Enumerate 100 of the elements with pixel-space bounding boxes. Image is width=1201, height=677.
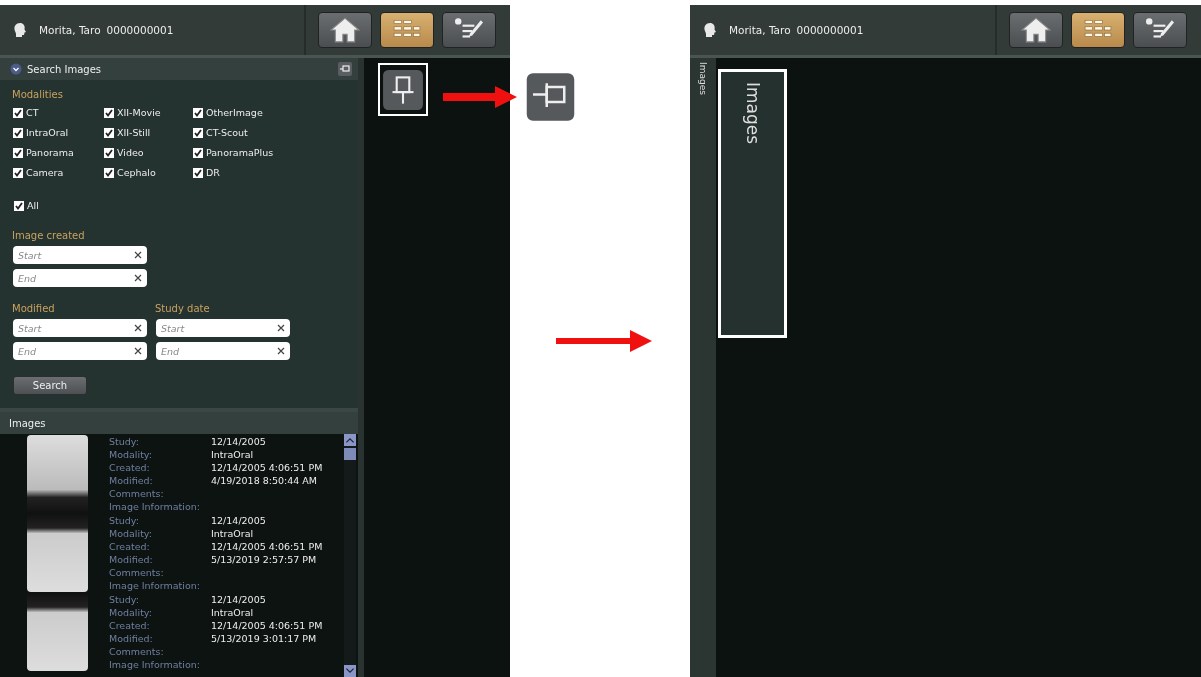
section-label: Image created [11, 230, 86, 241]
notes-button[interactable] [1133, 12, 1187, 48]
field-label: Modified: [109, 632, 154, 645]
checkbox[interactable] [193, 127, 203, 138]
checkbox-label: IntraOral [26, 127, 69, 138]
side-tab[interactable]: Images [698, 62, 708, 95]
date-field[interactable]: Start [13, 319, 147, 337]
checkbox-label: DR [206, 167, 220, 178]
clear-icon[interactable] [277, 347, 285, 355]
search-button[interactable]: Search [13, 376, 87, 395]
checkbox-label: XII-Movie [117, 107, 161, 118]
checkbox[interactable] [13, 127, 23, 138]
field-value: 12/14/2005 4:06:51 PM [211, 619, 323, 632]
clear-icon[interactable] [134, 324, 142, 332]
field-label: Comments: [109, 487, 165, 500]
xray-thumbnail[interactable] [27, 593, 88, 671]
checkbox-label: CT [26, 107, 39, 118]
checkbox-label: CT-Scout [206, 127, 248, 138]
field-label: Created: [109, 540, 151, 553]
date-field[interactable]: Start [13, 246, 147, 264]
field-value: 4/19/2018 8:50:44 AM [211, 474, 318, 487]
checkbox[interactable] [193, 107, 203, 118]
field-value: 12/14/2005 [211, 435, 266, 448]
list-button[interactable] [1071, 12, 1125, 48]
scroll-thumb[interactable] [344, 448, 356, 460]
list-button[interactable] [380, 12, 434, 48]
field-label: Image Information: [109, 500, 201, 513]
checkbox[interactable] [193, 147, 203, 158]
checkbox-label: Cephalo [117, 167, 156, 178]
field-label: Modality: [109, 527, 153, 540]
clear-icon[interactable] [277, 324, 285, 332]
clear-icon[interactable] [134, 251, 142, 259]
checkbox-label: Video [117, 147, 144, 158]
field-value: IntraOral [211, 527, 254, 540]
field-label: Study: [109, 593, 140, 606]
checkbox[interactable] [104, 127, 114, 138]
pin-icon[interactable] [338, 62, 352, 76]
collapse-icon[interactable] [10, 63, 22, 75]
field-value: IntraOral [211, 448, 254, 461]
checkbox-label: All [27, 200, 39, 211]
pin-button[interactable] [378, 63, 428, 116]
date-field[interactable]: Start [156, 319, 290, 337]
checkbox-label: XII-Still [117, 127, 151, 138]
clear-icon[interactable] [134, 274, 142, 282]
checkbox[interactable] [13, 107, 23, 118]
section-label: Study date [154, 303, 211, 314]
scrollbar[interactable] [344, 434, 356, 677]
field-label: Created: [109, 619, 151, 632]
xray-thumbnail[interactable] [27, 435, 88, 513]
house-icon [328, 16, 362, 44]
field-value: IntraOral [211, 606, 254, 619]
checkbox-label: Panorama [26, 147, 74, 158]
field-value: 12/14/2005 4:06:51 PM [211, 461, 323, 474]
field-value: 5/13/2019 2:57:57 PM [211, 553, 317, 566]
house-icon [1019, 16, 1053, 44]
checkbox[interactable] [13, 167, 23, 178]
field-label: Modified: [109, 474, 154, 487]
checkbox[interactable] [104, 107, 114, 118]
field-value: 5/13/2019 3:01:17 PM [211, 632, 317, 645]
home-button[interactable] [1009, 12, 1063, 48]
field-label: Study: [109, 514, 140, 527]
patient-id: 0000000001 [796, 24, 864, 36]
field-label: Created: [109, 461, 151, 474]
checkbox[interactable] [104, 147, 114, 158]
home-button[interactable] [318, 12, 372, 48]
checkbox[interactable] [13, 147, 23, 158]
patient-name: Morita, Taro [39, 24, 101, 36]
field-label: Modality: [109, 448, 153, 461]
scroll-down-icon[interactable] [344, 665, 356, 677]
field-value: 12/14/2005 4:06:51 PM [211, 540, 323, 553]
field-value: 12/14/2005 [211, 593, 266, 606]
section-label: Modified [11, 303, 56, 314]
head-icon [703, 22, 717, 38]
field-value: 12/14/2005 [211, 514, 266, 527]
section-label: Modalities [11, 89, 64, 100]
checkbox[interactable] [193, 167, 203, 178]
images-tab[interactable]: Images [718, 69, 787, 338]
notes-button[interactable] [442, 12, 496, 48]
patient-name: Morita, Taro [729, 24, 791, 36]
field-label: Modality: [109, 606, 153, 619]
xray-thumbnail[interactable] [27, 514, 88, 592]
date-field[interactable]: End [13, 342, 147, 360]
panel-title: Search Images [27, 63, 103, 75]
date-field[interactable]: End [13, 269, 147, 287]
checkbox-label: OtherImage [206, 107, 263, 118]
date-field[interactable]: End [156, 342, 290, 360]
checkbox[interactable] [14, 200, 24, 211]
checkbox-label: PanoramaPlus [206, 147, 274, 158]
clear-icon[interactable] [134, 347, 142, 355]
field-label: Comments: [109, 645, 165, 658]
head-icon [13, 22, 27, 38]
pin-icon [525, 72, 576, 122]
field-label: Image Information: [109, 658, 201, 671]
scroll-up-icon[interactable] [344, 434, 356, 446]
field-label: Comments: [109, 566, 165, 579]
field-label: Study: [109, 435, 140, 448]
checkbox[interactable] [104, 167, 114, 178]
panel-title: Images [9, 417, 46, 429]
patient-id: 0000000001 [106, 24, 174, 36]
field-label: Image Information: [109, 579, 201, 592]
